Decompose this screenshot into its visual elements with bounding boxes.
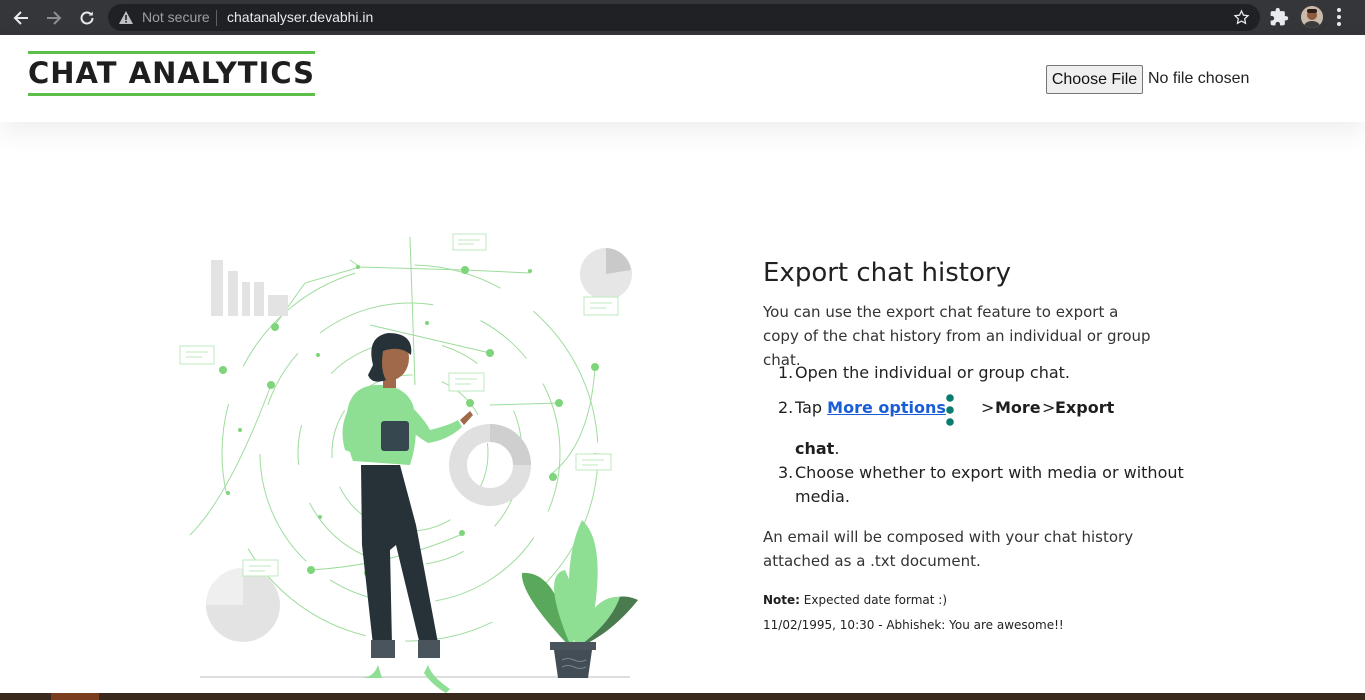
donut-chart bbox=[449, 424, 531, 506]
more-label: More bbox=[995, 398, 1041, 417]
sample-chat-line: 11/02/1995, 10:30 - Abhishek: You are aw… bbox=[763, 618, 1064, 632]
chat-label: chat bbox=[795, 439, 835, 458]
note-label: Note: bbox=[763, 593, 800, 607]
menu-kebab-icon[interactable] bbox=[1336, 7, 1342, 31]
site-logo[interactable]: CHAT ANALYTICS bbox=[28, 51, 316, 96]
step-text: Choose whether to export with media or w… bbox=[795, 463, 1184, 482]
bar-chart-icon bbox=[211, 260, 288, 316]
browser-toolbar: Not secure chatanalyser.devabhi.in bbox=[0, 0, 1365, 35]
address-divider bbox=[216, 10, 217, 26]
step-end: . bbox=[834, 439, 840, 458]
address-bar[interactable]: Not secure chatanalyser.devabhi.in bbox=[108, 4, 1260, 31]
site-header: CHAT ANALYTICS Choose File No file chose… bbox=[0, 35, 1365, 122]
menu-separator: > bbox=[1042, 398, 1056, 417]
step-text: Tap More options bbox=[795, 398, 946, 417]
step-text: media. bbox=[795, 487, 850, 506]
more-options-link[interactable]: More options bbox=[827, 398, 946, 417]
pie-top-right bbox=[580, 248, 632, 300]
hero-illustration bbox=[170, 225, 650, 695]
logo-text: CHAT ANALYTICS bbox=[28, 56, 316, 90]
intro-paragraph: You can use the export chat feature to e… bbox=[763, 303, 1151, 369]
back-arrow-icon[interactable] bbox=[9, 6, 33, 30]
reload-icon[interactable] bbox=[75, 6, 99, 30]
warning-icon bbox=[118, 10, 134, 29]
security-label[interactable]: Not secure bbox=[142, 9, 210, 25]
step-text: Open the individual or group chat. bbox=[795, 363, 1071, 382]
more-options-kebab-icon bbox=[946, 394, 954, 432]
section-title: Export chat history bbox=[763, 258, 1011, 288]
potted-plant bbox=[521, 520, 638, 678]
step-number: 2. bbox=[778, 398, 794, 417]
step-number: 3. bbox=[778, 463, 794, 482]
forward-arrow-icon[interactable] bbox=[42, 6, 66, 30]
pie-bottom-left bbox=[206, 568, 280, 642]
menu-separator: > bbox=[981, 398, 995, 417]
taskbar-accent bbox=[51, 693, 99, 700]
step-prefix: Tap bbox=[795, 398, 828, 417]
star-icon[interactable] bbox=[1233, 9, 1250, 30]
export-label: Export bbox=[1055, 398, 1115, 417]
url-text[interactable]: chatanalyser.devabhi.in bbox=[227, 9, 373, 25]
extensions-puzzle-icon[interactable] bbox=[1269, 7, 1289, 31]
choose-file-button[interactable]: Choose File bbox=[1046, 65, 1143, 94]
step-number: 1. bbox=[778, 363, 794, 382]
profile-avatar[interactable] bbox=[1301, 6, 1323, 28]
file-status-text: No file chosen bbox=[1148, 70, 1250, 87]
date-format-note: Note: Expected date format :) bbox=[763, 593, 947, 607]
taskbar-strip bbox=[0, 693, 1365, 700]
note-text: Expected date format :) bbox=[799, 593, 948, 607]
email-paragraph: An email will be composed with your chat… bbox=[763, 528, 1134, 570]
